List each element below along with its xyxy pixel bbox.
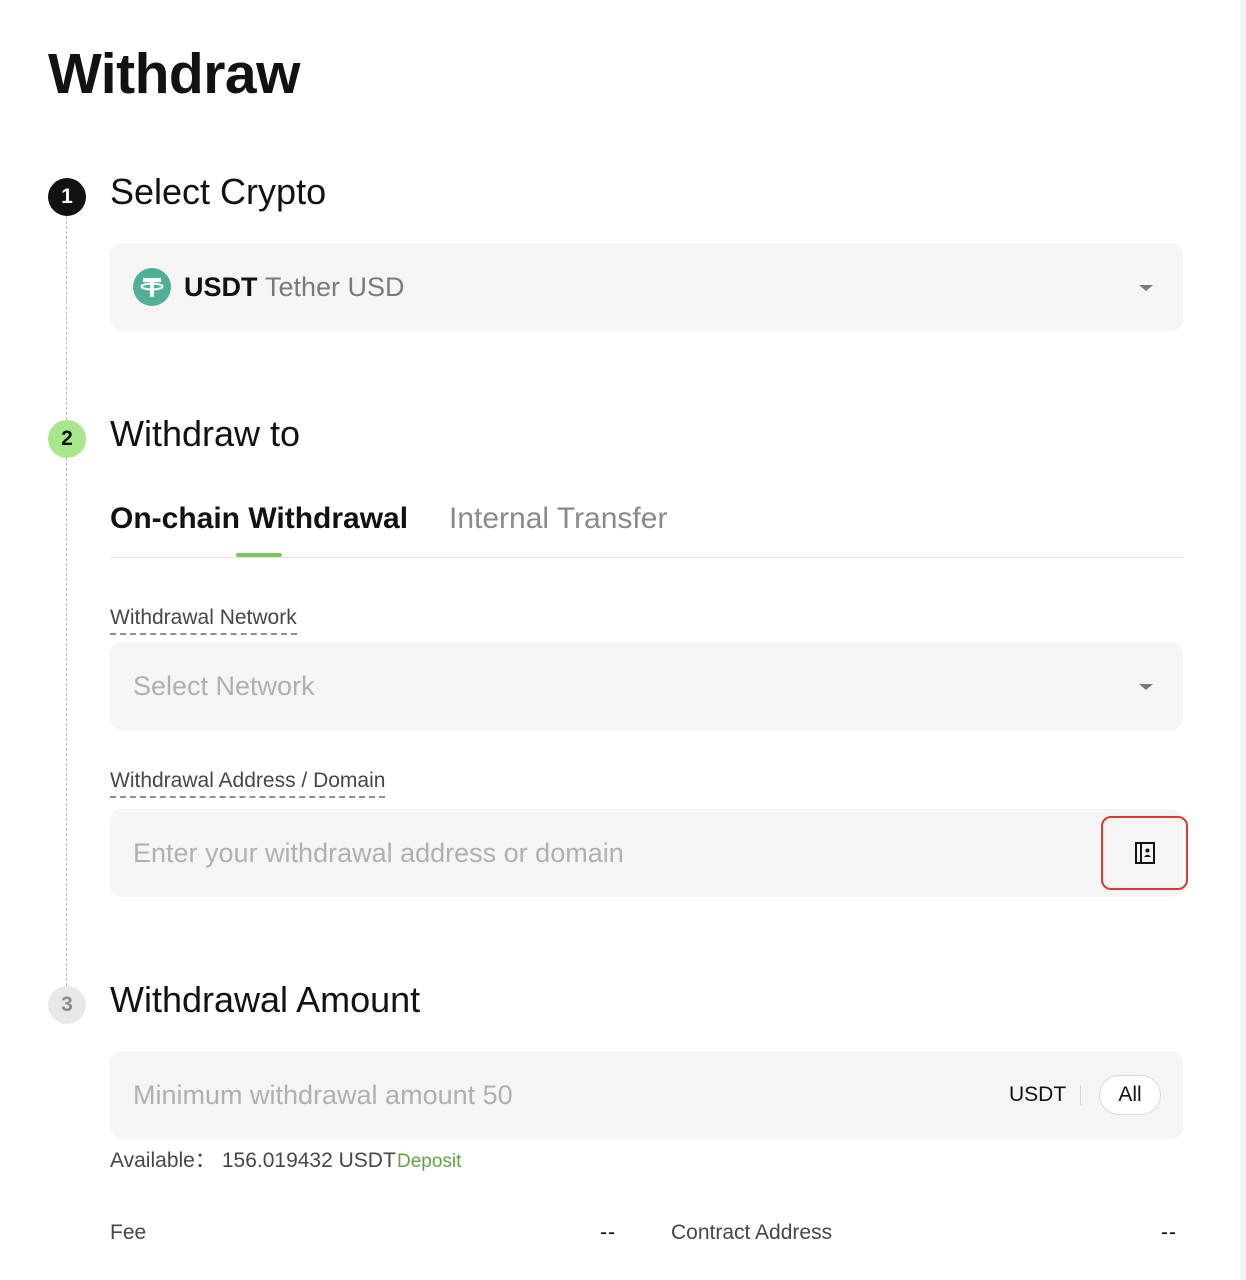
step-title-withdraw-to: Withdraw to — [110, 413, 301, 454]
amount-unit: USDT — [1009, 1083, 1067, 1106]
step-number-3: 3 — [48, 986, 86, 1024]
deposit-link[interactable]: Deposit — [397, 1150, 461, 1174]
tab-divider — [110, 557, 1183, 558]
contract-address-label: Contract Address — [671, 1221, 833, 1244]
fee-label: Fee — [110, 1221, 147, 1244]
step-number-2: 2 — [48, 420, 86, 458]
step-rail-2 — [66, 458, 67, 986]
step-number-1: 1 — [48, 178, 86, 216]
available-balance: Available： 156.019432 USDT — [110, 1148, 396, 1174]
chevron-down-icon — [1139, 285, 1153, 291]
divider — [1080, 1085, 1081, 1105]
withdrawal-network-label[interactable]: Withdrawal Network — [110, 605, 297, 635]
tab-on-chain-withdrawal[interactable]: On-chain Withdrawal — [110, 500, 408, 538]
tether-icon — [133, 268, 171, 306]
page-edge — [1240, 0, 1246, 1280]
available-value: 156.019432 USDT — [221, 1149, 396, 1172]
network-placeholder: Select Network — [133, 671, 315, 701]
page-title: Withdraw — [48, 42, 300, 106]
address-input[interactable]: Enter your withdrawal address or domain — [110, 809, 1188, 897]
step-rail-1 — [66, 216, 67, 420]
crypto-select[interactable]: USDT Tether USD — [110, 243, 1183, 331]
step-title-withdrawal-amount: Withdrawal Amount — [110, 979, 421, 1020]
tab-internal-transfer[interactable]: Internal Transfer — [449, 500, 667, 538]
crypto-name: Tether USD — [265, 272, 405, 302]
address-placeholder: Enter your withdrawal address or domain — [133, 838, 624, 868]
available-label: Available： — [110, 1149, 216, 1172]
contract-address-value: -- — [1161, 1221, 1177, 1244]
all-button[interactable]: All — [1099, 1075, 1161, 1115]
step-title-select-crypto: Select Crypto — [110, 171, 327, 212]
chevron-down-icon — [1139, 684, 1153, 690]
amount-placeholder: Minimum withdrawal amount 50 — [133, 1080, 513, 1110]
withdrawal-address-label[interactable]: Withdrawal Address / Domain — [110, 768, 386, 798]
network-select[interactable]: Select Network — [110, 642, 1183, 730]
address-book-button[interactable] — [1101, 816, 1188, 890]
address-book-icon — [1134, 842, 1155, 864]
crypto-symbol: USDT — [184, 272, 258, 302]
fee-value: -- — [600, 1221, 616, 1244]
amount-input[interactable]: Minimum withdrawal amount 50 USDT All — [110, 1051, 1183, 1139]
